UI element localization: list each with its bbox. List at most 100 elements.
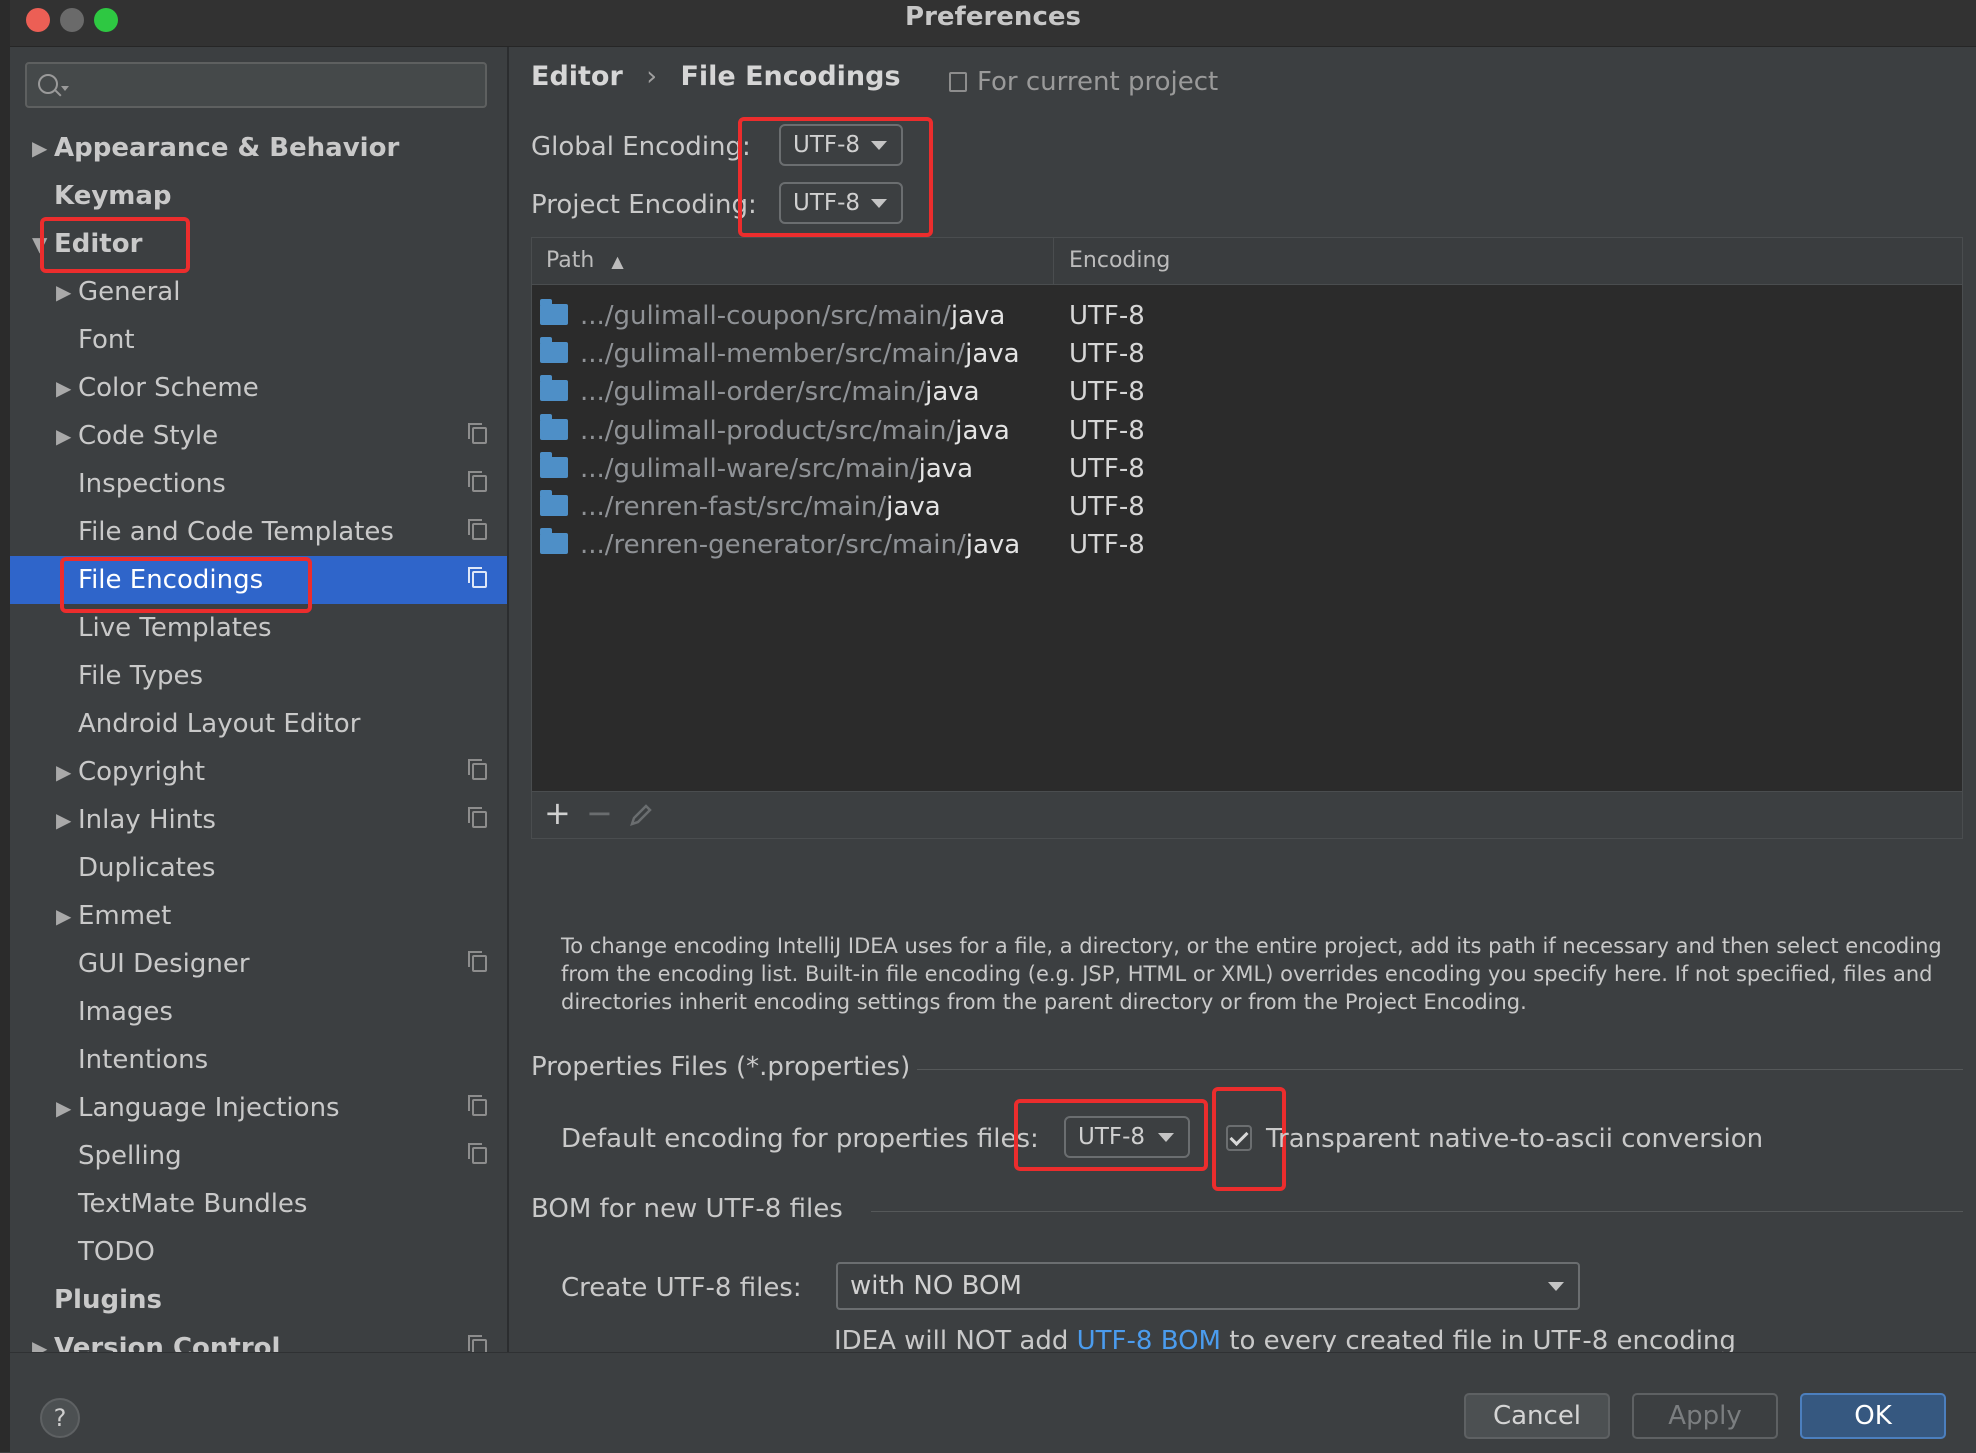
sidebar-item-emmet[interactable]: ▶ Emmet: [10, 892, 507, 940]
sidebar-item-label: General: [78, 277, 181, 307]
sidebar-item-file-and-code-templates[interactable]: File and Code Templates: [10, 508, 507, 556]
encoding-help-text: To change encoding IntelliJ IDEA uses fo…: [561, 934, 1942, 1014]
scope-note: For current project: [949, 67, 1218, 97]
add-path-button[interactable]: +: [544, 794, 571, 832]
breadcrumb-current: File Encodings: [680, 61, 901, 92]
sidebar-item-inlay-hints[interactable]: ▶ Inlay Hints: [10, 796, 507, 844]
folder-icon: [540, 413, 568, 440]
title-bar: Preferences: [10, 0, 1976, 47]
project-scope-icon: [468, 471, 487, 492]
folder-icon: [540, 528, 568, 555]
remove-path-button[interactable]: −: [586, 794, 613, 832]
sidebar-item-language-injections[interactable]: ▶ Language Injections: [10, 1084, 507, 1132]
sidebar-item-label: Emmet: [78, 901, 172, 931]
section-divider: [871, 1211, 1963, 1212]
sidebar-item-inspections[interactable]: Inspections: [10, 460, 507, 508]
path-encoding-table: Path ▲ Encoding .../gulimall-coupon/src/…: [531, 237, 1963, 839]
sidebar-item-label: Language Injections: [78, 1093, 340, 1123]
sidebar-item-version-control[interactable]: ▶ Version Control: [10, 1324, 507, 1352]
breadcrumb-separator: ›: [646, 61, 658, 92]
project-scope-icon: [468, 1095, 487, 1116]
path-cell: .../renren-generator/src/main/java: [580, 530, 1021, 561]
sidebar-item-font[interactable]: Font: [10, 316, 507, 364]
sidebar-item-label: Inspections: [78, 469, 226, 499]
sidebar-item-copyright[interactable]: ▶ Copyright: [10, 748, 507, 796]
collapsed-arrow-icon[interactable]: ▶: [56, 268, 71, 316]
folder-icon: [540, 490, 568, 516]
apply-button[interactable]: Apply: [1632, 1393, 1778, 1439]
sidebar-item-label: Images: [78, 997, 173, 1027]
chevron-down-icon: [1548, 1282, 1564, 1291]
sidebar-item-intentions[interactable]: Intentions: [10, 1036, 507, 1084]
sidebar-item-todo[interactable]: TODO: [10, 1228, 507, 1276]
dialog-footer: ? Cancel Apply OK: [10, 1352, 1976, 1453]
folder-icon: [540, 299, 568, 325]
create-utf8-label: Create UTF-8 files:: [561, 1273, 802, 1303]
sidebar-item-label: File and Code Templates: [78, 517, 394, 547]
cancel-button[interactable]: Cancel: [1464, 1393, 1610, 1439]
annotation-highlight-properties-encoding: [1014, 1099, 1208, 1171]
table-header: Path ▲ Encoding: [532, 238, 1962, 285]
collapsed-arrow-icon[interactable]: ▶: [56, 1084, 71, 1132]
breadcrumb-editor[interactable]: Editor: [531, 61, 623, 92]
sidebar-item-images[interactable]: Images: [10, 988, 507, 1036]
file-encodings-panel: Editor › File Encodings For current proj…: [509, 47, 1976, 1356]
transparent-conversion-label[interactable]: Transparent native-to-ascii conversion: [1266, 1121, 1763, 1157]
edit-pencil-icon[interactable]: [628, 802, 654, 832]
sidebar-item-plugins[interactable]: Plugins: [10, 1276, 507, 1324]
help-button[interactable]: ?: [40, 1398, 80, 1438]
sidebar-item-keymap[interactable]: Keymap: [10, 172, 507, 220]
bom-section-title: BOM for new UTF-8 files: [531, 1194, 843, 1224]
create-utf8-bom-value: with NO BOM: [850, 1271, 1022, 1301]
folder-icon: [540, 337, 568, 364]
create-utf8-bom-select[interactable]: with NO BOM: [836, 1262, 1580, 1310]
column-header-encoding[interactable]: Encoding: [1069, 238, 1170, 284]
sidebar-item-spelling[interactable]: Spelling: [10, 1132, 507, 1180]
collapsed-arrow-icon[interactable]: ▶: [56, 748, 71, 796]
ok-button[interactable]: OK: [1800, 1393, 1946, 1439]
folder-icon: [540, 375, 568, 402]
section-divider: [917, 1069, 1963, 1070]
project-scope-icon: [468, 1143, 487, 1164]
sidebar-item-label: Color Scheme: [78, 373, 259, 403]
project-scope-icon: [468, 519, 487, 540]
sidebar-item-appearance-and-behavior[interactable]: ▶ Appearance & Behavior: [10, 124, 507, 172]
breadcrumb: Editor › File Encodings: [531, 61, 901, 92]
properties-section-title: Properties Files (*.properties): [531, 1052, 911, 1082]
collapsed-arrow-icon[interactable]: ▶: [56, 892, 71, 940]
collapsed-arrow-icon[interactable]: ▶: [32, 1324, 47, 1352]
collapsed-arrow-icon[interactable]: ▶: [56, 412, 71, 460]
encoding-cell[interactable]: UTF-8: [1069, 521, 1145, 569]
table-toolbar: + −: [532, 791, 1962, 838]
sidebar-item-code-style[interactable]: ▶ Code Style: [10, 412, 507, 460]
annotation-highlight-editor: [40, 217, 190, 273]
sidebar-item-duplicates[interactable]: Duplicates: [10, 844, 507, 892]
project-scope-icon: [949, 72, 967, 92]
sidebar-item-label: Plugins: [54, 1285, 162, 1315]
column-header-path[interactable]: Path ▲: [546, 238, 624, 285]
properties-default-encoding-label: Default encoding for properties files:: [561, 1124, 1039, 1154]
sidebar-item-label: TextMate Bundles: [78, 1189, 308, 1219]
project-scope-icon: [468, 807, 487, 828]
sidebar-item-label: TODO: [78, 1237, 155, 1267]
settings-search-input[interactable]: [25, 62, 487, 108]
sidebar-item-general[interactable]: ▶ General: [10, 268, 507, 316]
search-options-chevron-icon[interactable]: [61, 86, 69, 91]
sidebar-item-label: Code Style: [78, 421, 219, 451]
sidebar-item-textmate-bundles[interactable]: TextMate Bundles: [10, 1180, 507, 1228]
sidebar-item-label: Inlay Hints: [78, 805, 216, 835]
collapsed-arrow-icon[interactable]: ▶: [56, 364, 71, 412]
sidebar-item-gui-designer[interactable]: GUI Designer: [10, 940, 507, 988]
sidebar-item-label: File Types: [78, 661, 204, 691]
sidebar-item-file-types[interactable]: File Types: [10, 652, 507, 700]
sidebar-item-android-layout-editor[interactable]: Android Layout Editor: [10, 700, 507, 748]
table-row[interactable]: .../renren-generator/src/main/java UTF-8: [532, 521, 1962, 569]
project-scope-icon: [468, 423, 487, 444]
column-divider: [1053, 238, 1054, 284]
project-scope-icon: [468, 759, 487, 780]
collapsed-arrow-icon[interactable]: ▶: [32, 124, 47, 172]
sidebar-item-color-scheme[interactable]: ▶ Color Scheme: [10, 364, 507, 412]
collapsed-arrow-icon[interactable]: ▶: [56, 796, 71, 844]
sidebar-item-label: Spelling: [78, 1141, 182, 1171]
sidebar-item-label: Version Control: [54, 1333, 281, 1352]
